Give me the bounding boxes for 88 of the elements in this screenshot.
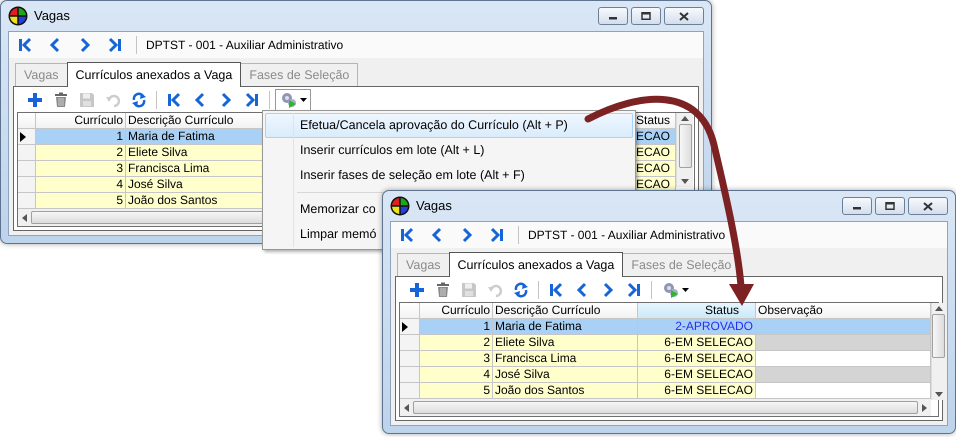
- minimize-button[interactable]: [842, 197, 872, 215]
- tab[interactable]: Currículos anexados a Vaga: [66, 62, 242, 87]
- vertical-scrollbar[interactable]: [676, 113, 693, 187]
- scroll-up-icon: [681, 116, 689, 121]
- refresh-icon: [131, 92, 147, 108]
- maximize-button[interactable]: [875, 197, 905, 215]
- actions-dropdown-button[interactable]: [275, 89, 311, 111]
- scroll-right-icon: [922, 404, 927, 412]
- trash-icon: [435, 282, 451, 298]
- close-button[interactable]: [908, 197, 948, 215]
- caret-icon: [682, 288, 688, 292]
- status-text: 6-EM SELECAO: [664, 335, 753, 349]
- scroll-left-icon: [404, 404, 409, 412]
- grid-corner: [18, 113, 36, 129]
- app-logo-icon: [8, 6, 28, 26]
- table-cell: 4: [420, 367, 493, 383]
- scroll-thumb[interactable]: [932, 314, 945, 358]
- menu-item[interactable]: Limpar memó: [265, 222, 382, 247]
- trash-icon: [53, 92, 69, 108]
- last-icon: [107, 37, 123, 53]
- record-title: DPTST - 001 - Auxiliar Administrativo: [146, 37, 344, 54]
- table-cell: Francisca Lima: [493, 351, 638, 367]
- row-header[interactable]: [400, 319, 420, 335]
- table-cell: 5: [36, 193, 126, 209]
- undo-icon: [487, 282, 503, 298]
- first-icon: [166, 92, 182, 108]
- scroll-thumb[interactable]: [413, 401, 918, 414]
- status-text: 6-EM SELECAO: [664, 383, 753, 397]
- maximize-button[interactable]: [631, 7, 661, 25]
- maximize-icon: [641, 12, 651, 20]
- last-icon: [489, 227, 505, 243]
- table-cell: Maria de Fatima: [493, 319, 638, 335]
- table-cell: 5: [420, 383, 493, 399]
- scroll-left-icon: [22, 214, 27, 222]
- last-icon: [244, 92, 260, 108]
- table-cell: 1: [36, 129, 126, 145]
- status-text: 6-EM SELECAO: [664, 351, 753, 365]
- column-header[interactable]: Status: [638, 303, 756, 319]
- horizontal-scrollbar[interactable]: [400, 399, 931, 416]
- table-cell: João dos Santos: [493, 383, 638, 399]
- row-pointer-icon: [402, 322, 408, 332]
- last-icon: [626, 282, 642, 298]
- undo-icon: [105, 92, 121, 108]
- table-cell: 1: [420, 319, 493, 335]
- gears-icon: [662, 282, 680, 298]
- scroll-down-icon: [934, 392, 942, 397]
- first-icon: [548, 282, 564, 298]
- row-header[interactable]: [18, 129, 36, 145]
- table-cell: Eliete Silva: [493, 335, 638, 351]
- refresh-icon: [513, 282, 529, 298]
- table-cell: 2: [420, 335, 493, 351]
- plus-icon: [27, 92, 43, 108]
- grid-corner: [400, 303, 420, 319]
- tab[interactable]: Currículos anexados a Vaga: [448, 252, 624, 277]
- first-icon: [17, 37, 33, 53]
- table-cell: 3: [420, 351, 493, 367]
- table-cell: ECAO: [634, 145, 676, 161]
- status-text: 2-APROVADO: [675, 319, 753, 333]
- column-header[interactable]: Observação: [756, 303, 931, 319]
- table-cell: 3: [36, 161, 126, 177]
- close-icon: [679, 12, 689, 20]
- maximize-icon: [885, 202, 895, 210]
- table-cell: 2: [36, 145, 126, 161]
- scroll-thumb[interactable]: [678, 124, 692, 168]
- gears-icon: [280, 92, 298, 108]
- app-logo-icon: [390, 196, 410, 216]
- column-header[interactable]: Currículo: [420, 303, 493, 319]
- vertical-scrollbar[interactable]: [931, 303, 945, 400]
- first-icon: [399, 227, 415, 243]
- caret-icon: [300, 98, 306, 102]
- table-cell: José Silva: [493, 367, 638, 383]
- record-title: DPTST - 001 - Auxiliar Administrativo: [528, 227, 726, 244]
- close-icon: [923, 202, 933, 210]
- scroll-up-icon: [934, 306, 942, 311]
- table-cell: ECAO: [634, 161, 676, 177]
- scroll-down-icon: [681, 179, 689, 184]
- column-header[interactable]: Currículo: [36, 113, 126, 129]
- table-cell: 4: [36, 177, 126, 193]
- column-header[interactable]: Descrição Currículo: [493, 303, 638, 319]
- row-pointer-icon: [20, 132, 26, 142]
- window-title: Vagas: [34, 7, 70, 26]
- status-text: 6-EM SELECAO: [664, 367, 753, 381]
- close-button[interactable]: [664, 7, 704, 25]
- table-cell: ECAO: [634, 129, 676, 145]
- plus-icon: [409, 282, 425, 298]
- menu-item[interactable]: Efetua/Cancela aprovação do Currículo (Alt + P): [265, 113, 633, 138]
- minimize-button[interactable]: [598, 7, 628, 25]
- column-header[interactable]: Status: [634, 113, 676, 129]
